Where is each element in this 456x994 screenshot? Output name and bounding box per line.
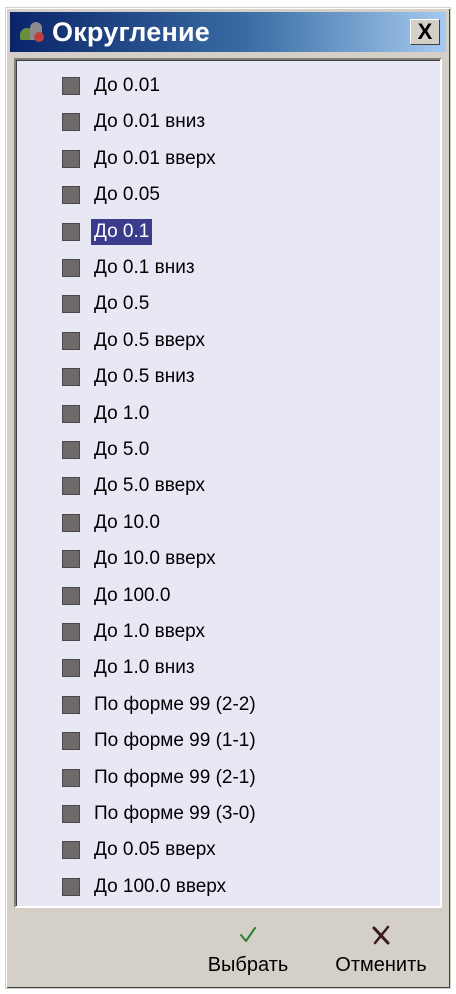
- app-icon: [18, 18, 46, 46]
- list-item-label: До 0.1: [91, 218, 153, 245]
- list-item-label: До 0.01: [94, 75, 160, 96]
- list-item-label: До 5.0 вверх: [94, 475, 206, 497]
- list-item-icon: [62, 805, 80, 823]
- close-button[interactable]: X: [410, 19, 440, 45]
- list-item-icon: [62, 659, 80, 678]
- list-item[interactable]: До 0.01 вниз: [62, 107, 208, 137]
- list-item-icon: [62, 331, 80, 350]
- list-item-label: По форме 99 (3-0): [94, 803, 256, 824]
- rounding-dialog: Округление X До 0.01 До 0.01 вниз До 0.01 …: [5, 7, 451, 989]
- list-item-icon: [62, 550, 80, 569]
- list-item-icon: [62, 113, 80, 132]
- list-item[interactable]: До 0.5 вниз: [62, 362, 198, 392]
- list-item[interactable]: До 0.1 вниз: [62, 253, 198, 283]
- list-item-label: До 1.0 вниз: [94, 657, 195, 679]
- list-item[interactable]: До 10.0: [62, 508, 163, 538]
- list-item[interactable]: До 5.0 вверх: [62, 471, 208, 501]
- list-item-label: До 0.5 вверх: [94, 329, 206, 351]
- list-item-label: До 1.0: [94, 402, 150, 424]
- list-item-label: До 0.05 вверх: [94, 839, 216, 861]
- list-item[interactable]: По форме 99 (3-0): [62, 799, 259, 829]
- list-item-icon: [62, 586, 80, 605]
- list-item-icon: [62, 295, 80, 314]
- list-item[interactable]: До 0.05 вверх: [62, 835, 219, 865]
- list-item-icon: [62, 623, 80, 641]
- list-item[interactable]: До 1.0: [62, 399, 152, 429]
- list-item[interactable]: До 0.01: [62, 71, 163, 101]
- list-item-icon: [62, 149, 80, 168]
- list-item-icon: [62, 368, 80, 387]
- list-item-icon: [62, 477, 80, 496]
- list-item-icon: [62, 222, 80, 241]
- list-item-icon: [62, 695, 80, 714]
- list-item-icon: [62, 513, 80, 532]
- select-button-label: Выбрать: [207, 954, 289, 976]
- list-item[interactable]: До 0.01 вверх: [62, 144, 219, 174]
- list-item-label: До 0.1 вниз: [94, 257, 195, 278]
- list-item-icon: [62, 732, 80, 751]
- list-item-label: До 5.0: [94, 439, 150, 460]
- list-item[interactable]: До 100.0 вверх: [62, 872, 229, 902]
- list-item[interactable]: До 5.0: [62, 435, 152, 465]
- window-title: Округление: [52, 16, 210, 47]
- list-item-label: По форме 99 (2-2): [94, 693, 256, 715]
- list-item-label: До 0.01 вверх: [94, 147, 216, 169]
- list-item-label: До 1.0 вверх: [94, 621, 206, 642]
- select-button[interactable]: Выбрать: [206, 918, 290, 977]
- list-item[interactable]: По форме 99 (2-1): [62, 763, 259, 793]
- rounding-list[interactable]: До 0.01 До 0.01 вниз До 0.01 вверх До 0.05 Д…: [14, 58, 442, 908]
- list-item[interactable]: По форме 99 (1-1): [62, 726, 259, 756]
- list-item-icon: [62, 404, 80, 423]
- list-item-label: По форме 99 (2-1): [94, 766, 256, 788]
- list-item-icon: [62, 877, 80, 896]
- list-item-icon: [62, 77, 80, 95]
- cross-icon: [322, 918, 440, 952]
- list-item[interactable]: До 0.1: [62, 217, 153, 247]
- list-item-label: До 0.5: [94, 293, 150, 315]
- list-item[interactable]: До 100.0: [62, 581, 173, 611]
- list-item-label: До 10.0: [94, 511, 160, 533]
- list-item-icon: [62, 441, 80, 459]
- list-item-label: До 100.0: [94, 584, 171, 606]
- list-item[interactable]: До 1.0 вверх: [62, 617, 208, 647]
- list-item-label: До 100.0 вверх: [94, 875, 227, 897]
- list-item-label: До 0.5 вниз: [94, 366, 195, 388]
- list-item-icon: [62, 259, 80, 277]
- list-item-icon: [62, 841, 80, 860]
- cancel-button-label: Отменить: [335, 954, 427, 976]
- list-item[interactable]: До 0.5: [62, 289, 152, 319]
- cancel-button[interactable]: Отменить: [322, 918, 440, 977]
- list-item-label: До 0.05: [94, 184, 160, 206]
- list-item-label: До 10.0 вверх: [94, 548, 216, 570]
- list-item[interactable]: До 10.0 вверх: [62, 544, 219, 574]
- checkmark-icon: [206, 918, 290, 952]
- list-item[interactable]: До 0.5 вверх: [62, 326, 208, 356]
- list-item[interactable]: По форме 99 (2-2): [62, 690, 259, 720]
- title-bar[interactable]: Округление X: [10, 12, 446, 52]
- list-item-label: До 0.01 вниз: [94, 111, 206, 133]
- list-item[interactable]: До 0.05: [62, 180, 163, 210]
- list-item-icon: [62, 768, 80, 787]
- dialog-footer: Выбрать Отменить: [10, 912, 446, 984]
- list-item-icon: [62, 186, 80, 205]
- close-icon: X: [417, 19, 433, 44]
- list-item-label: По форме 99 (1-1): [94, 730, 256, 752]
- list-item[interactable]: До 1.0 вниз: [62, 653, 198, 683]
